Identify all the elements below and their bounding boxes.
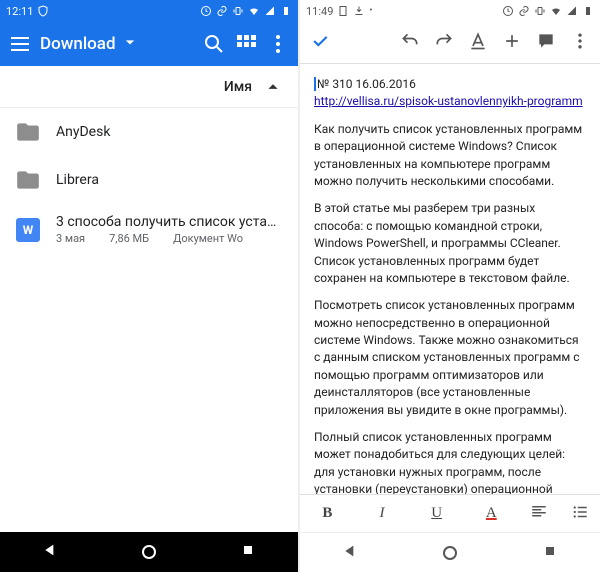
clock-icon xyxy=(502,5,514,17)
list-bulleted-icon xyxy=(571,503,589,521)
paragraph: В этой статье мы разберем три разных спо… xyxy=(314,200,586,287)
undo-icon xyxy=(400,31,420,51)
nav-back-button[interactable] xyxy=(342,543,358,563)
item-name: AnyDesk xyxy=(56,124,284,140)
vibrate-icon xyxy=(232,5,244,17)
status-bar: 12:11 xyxy=(0,0,298,22)
item-size: 7,86 МБ xyxy=(109,232,149,245)
link-icon xyxy=(518,5,530,17)
grid-icon xyxy=(234,32,258,56)
search-icon xyxy=(202,32,226,56)
app-bar: Download xyxy=(0,22,298,66)
square-recent-icon xyxy=(240,542,256,558)
wifi-icon xyxy=(550,5,562,17)
hamburger-icon xyxy=(8,32,32,56)
doc-number-date: № 310 16.06.2016 xyxy=(314,77,416,91)
sort-label: Имя xyxy=(224,79,252,95)
paragraph: Посмотреть список установленных программ… xyxy=(314,297,586,419)
status-bar: 11:49 • xyxy=(300,0,600,22)
chevron-down-icon xyxy=(120,32,140,52)
overflow-button[interactable] xyxy=(266,32,290,56)
download-icon xyxy=(353,5,365,17)
bold-button[interactable]: B xyxy=(311,505,343,522)
nav-recent-button[interactable] xyxy=(240,542,256,562)
menu-button[interactable] xyxy=(8,32,32,56)
paragraph: Как получить список установленных програ… xyxy=(314,121,586,191)
overflow-button[interactable] xyxy=(570,31,590,55)
vibrate-icon xyxy=(534,5,546,17)
align-left-icon xyxy=(530,503,548,521)
link-icon xyxy=(216,5,228,17)
redo-icon xyxy=(434,31,454,51)
docs-editor-screen: 11:49 • № 310 16.06.2016 xyxy=(300,0,600,572)
redo-button[interactable] xyxy=(434,31,454,55)
status-time: 12:11 xyxy=(6,5,33,18)
done-button[interactable] xyxy=(310,31,330,55)
view-grid-button[interactable] xyxy=(234,32,258,56)
check-icon xyxy=(310,31,330,51)
shield-icon xyxy=(37,5,49,17)
undo-button[interactable] xyxy=(400,31,420,55)
editor-toolbar xyxy=(300,22,600,64)
docs-icon xyxy=(337,5,349,17)
text-format-icon xyxy=(468,31,488,51)
signal-icon xyxy=(264,5,276,17)
paragraph: Полный список установленных программ мож… xyxy=(314,429,586,494)
files-app-screen: 12:11 Download Имя xyxy=(0,0,300,572)
triangle-back-icon xyxy=(42,542,58,558)
triangle-back-icon xyxy=(342,543,358,559)
text-color-button[interactable]: A xyxy=(475,505,507,522)
item-type: Документ Wo xyxy=(173,232,243,245)
item-name: Librera xyxy=(56,172,284,188)
circle-home-icon xyxy=(443,546,457,560)
file-list: AnyDesk Librera W 3 способа получить спи… xyxy=(0,108,298,532)
comment-icon xyxy=(536,31,556,51)
folder-icon xyxy=(15,119,41,145)
square-recent-icon xyxy=(542,543,558,559)
nav-home-button[interactable] xyxy=(142,545,156,559)
clock-icon xyxy=(200,5,212,17)
comment-button[interactable] xyxy=(536,31,556,55)
battery-icon xyxy=(582,5,594,17)
plus-icon xyxy=(502,31,522,51)
list-item[interactable]: Librera xyxy=(0,156,298,204)
doc-source-link[interactable]: http://vellisa.ru/spisok-ustanovlennyikh… xyxy=(314,94,583,108)
folder-icon xyxy=(15,167,41,193)
appbar-title-dropdown[interactable]: Download xyxy=(40,32,194,57)
insert-button[interactable] xyxy=(502,31,522,55)
list-item[interactable]: AnyDesk xyxy=(0,108,298,156)
word-doc-icon: W xyxy=(16,218,40,242)
battery-icon xyxy=(280,5,292,17)
nav-recent-button[interactable] xyxy=(542,543,558,563)
item-name: 3 способа получить список устано… xyxy=(56,214,284,230)
dot-icon: • xyxy=(369,6,372,16)
more-vert-icon xyxy=(266,32,290,56)
format-toolbar: B I U A xyxy=(300,494,600,532)
document-body[interactable]: № 310 16.06.2016 http://vellisa.ru/spiso… xyxy=(300,64,600,494)
nav-back-button[interactable] xyxy=(42,542,58,562)
wifi-icon xyxy=(248,5,260,17)
align-button[interactable] xyxy=(530,503,548,525)
appbar-title: Download xyxy=(40,34,116,54)
system-nav-bar xyxy=(0,532,298,572)
status-time: 11:49 xyxy=(306,5,333,18)
list-item[interactable]: W 3 способа получить список устано… 3 ма… xyxy=(0,204,298,255)
system-nav-bar xyxy=(300,532,600,572)
item-date: 3 мая xyxy=(56,232,85,245)
signal-icon xyxy=(566,5,578,17)
circle-home-icon xyxy=(142,545,156,559)
sort-header[interactable]: Имя xyxy=(0,66,298,108)
underline-button[interactable]: U xyxy=(421,505,453,522)
more-vert-icon xyxy=(570,31,590,51)
bullet-list-button[interactable] xyxy=(571,503,589,525)
italic-button[interactable]: I xyxy=(366,505,398,522)
nav-home-button[interactable] xyxy=(443,546,457,560)
search-button[interactable] xyxy=(202,32,226,56)
text-format-button[interactable] xyxy=(468,31,488,55)
chevron-up-icon xyxy=(262,76,284,98)
